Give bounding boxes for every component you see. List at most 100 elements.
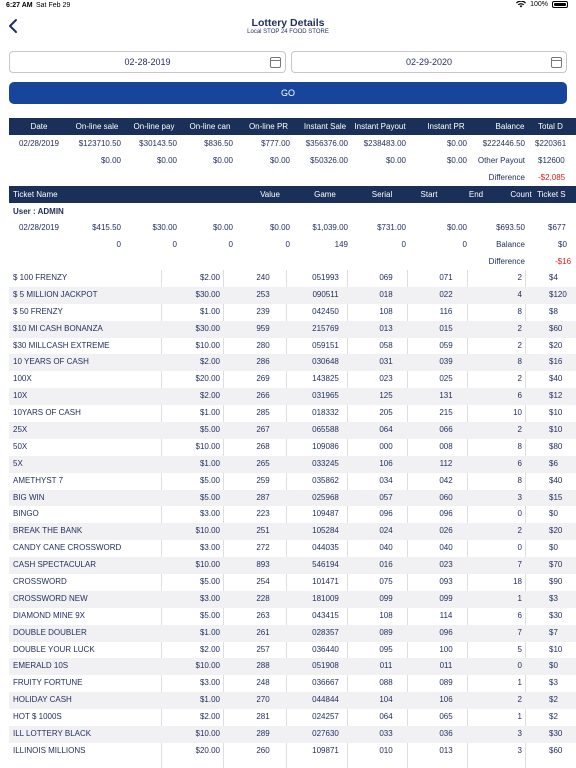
- table-row[interactable]: ILLINOIS MILLIONS $20.00 260 109871 010 013 3 $…: [9, 743, 576, 760]
- table-row[interactable]: 5X $1.00 265 033245 106 112 6 $6: [9, 455, 576, 473]
- start-date-field[interactable]: 02-28-2019: [9, 51, 286, 73]
- ticket-value: $1.00: [199, 695, 220, 705]
- ticket-count: 1: [517, 712, 522, 722]
- table-row[interactable]: DOUBLE YOUR LUCK $2.00 257 036440 095 100 5 $10: [9, 642, 576, 659]
- ticket-name: 10YARS OF CASH: [13, 408, 81, 418]
- end-date-field[interactable]: 02-29-2020: [291, 51, 567, 73]
- user-value: 0: [401, 240, 406, 249]
- ticket-serial: 044844: [312, 695, 339, 705]
- ticket-count: 8: [517, 306, 522, 316]
- table-row[interactable]: HOLIDAY CASH $1.00 270 044844 104 106 2 $2: [9, 692, 576, 710]
- calendar-icon[interactable]: [270, 57, 281, 68]
- ticket-serial: 051993: [312, 273, 339, 282]
- ticket-start: 033: [379, 729, 393, 739]
- ticket-name: CROSSWORD NEW: [13, 593, 88, 603]
- table-row[interactable]: BINGO $3.00 223 109487 096 096 0 $0: [9, 506, 576, 523]
- ticket-game: 959: [256, 323, 270, 333]
- table-row[interactable]: FRUITY FORTUNE $3.00 248 036667 088 089 1 $3: [9, 675, 576, 692]
- ticket-count: 6: [517, 391, 522, 401]
- table-row[interactable]: BREAK THE BANK $10.00 251 105284 024 026 2 $20: [9, 523, 576, 541]
- ticket-sale: $12: [549, 391, 563, 401]
- table-row[interactable]: $ 50 FRENZY $1.00 239 042450 108 116 8 $8: [9, 304, 576, 321]
- ticket-count: 3: [517, 729, 522, 739]
- ticket-count: 3: [517, 492, 522, 502]
- user-value: 0: [285, 240, 290, 249]
- header-ticket-name: Ticket Name: [13, 190, 58, 199]
- summary-row-2: $0.00 $0.00 $0.00 $0.00 $50326.00 $0.00 …: [9, 152, 576, 169]
- ticket-game: 261: [256, 627, 270, 637]
- balance-value: $0: [558, 240, 567, 249]
- ticket-end: 013: [439, 745, 453, 755]
- table-row[interactable]: DOUBLE DOUBLER $1.00 261 028357 089 096 7 $7: [9, 624, 576, 642]
- ticket-value: $10.00: [195, 560, 220, 570]
- summary-value: $0.00: [385, 156, 406, 165]
- header-online-pay: On-line pay: [133, 122, 175, 131]
- summary-difference-row: Difference -$2,085: [9, 169, 576, 186]
- status-time: 6:27 AM: [6, 2, 33, 9]
- table-row[interactable]: 100X $20.00 269 143825 023 025 2 $40: [9, 371, 576, 388]
- ticket-start: 104: [379, 695, 393, 705]
- table-row[interactable]: 10YARS OF CASH $1.00 285 018332 205 215 10 $10: [9, 405, 576, 422]
- table-row[interactable]: CROSSWORD NEW $3.00 228 181009 099 099 1 $3: [9, 590, 576, 608]
- table-row[interactable]: BIG WIN $5.00 287 025968 057 060 3 $15: [9, 489, 576, 507]
- battery-icon: [552, 1, 568, 8]
- ticket-serial: 036440: [312, 644, 339, 654]
- ticket-start: 058: [379, 340, 393, 350]
- ticket-value: $30.00: [195, 289, 220, 299]
- ticket-start: 057: [379, 492, 393, 502]
- table-row[interactable]: CROSSWORD $5.00 254 101471 075 093 18 $90: [9, 574, 576, 591]
- ticket-start: 010: [379, 745, 393, 755]
- table-row[interactable]: $30 MILLCASH EXTREME $10.00 280 059151 058 05…: [9, 338, 576, 355]
- header-start: Start: [420, 190, 438, 199]
- ticket-game: 248: [256, 678, 270, 688]
- ticket-name: $ 50 FRENZY: [13, 306, 63, 316]
- summary-balance: $222446.50: [482, 139, 525, 148]
- ticket-count: 7: [517, 627, 522, 637]
- ticket-start: 018: [379, 289, 393, 299]
- table-row[interactable]: EMERALD 10S $10.00 288 051908 011 011 0 $0: [9, 658, 576, 676]
- ticket-end: 215: [439, 408, 453, 418]
- page-title: Lottery Details: [251, 17, 325, 29]
- status-date: Sat Feb 29: [36, 2, 71, 9]
- table-row[interactable]: AMETHYST 7 $5.00 259 035862 034 042 8 $40: [9, 473, 576, 490]
- ticket-serial: 024257: [312, 712, 339, 722]
- user-value: 0: [462, 240, 467, 249]
- ticket-name: FRUITY FORTUNE: [13, 678, 83, 688]
- table-row[interactable]: HOT $ 1000S $2.00 281 024257 064 065 1 $2: [9, 709, 576, 726]
- ticket-serial: 215769: [312, 323, 339, 333]
- user-value: $415.50: [92, 223, 121, 232]
- ticket-game: 265: [256, 458, 270, 468]
- ticket-value: $3.00: [199, 543, 220, 553]
- ticket-name: ILL LOTTERY BLACK: [13, 729, 92, 739]
- table-row[interactable]: 25X $5.00 267 065588 064 066 2 $10: [9, 422, 576, 439]
- calendar-icon[interactable]: [551, 57, 562, 68]
- table-row[interactable]: $ 5 MILLION JACKPOT $30.00 253 090511 018 022…: [9, 286, 576, 304]
- summary-instant-sale: $356376.00: [305, 139, 348, 148]
- ticket-count: 0: [517, 543, 522, 553]
- ticket-game: 893: [256, 560, 270, 570]
- header-total: Total D: [538, 122, 563, 131]
- user-value: $1,039.00: [312, 223, 348, 232]
- table-row[interactable]: CANDY CANE CROSSWORD $3.00 272 044035 040 040…: [9, 540, 576, 557]
- table-row[interactable]: $10 MI CASH BONANZA $30.00 959 215769 013 015…: [9, 320, 576, 338]
- table-row[interactable]: 10X $2.00 266 031965 125 131 6 $12: [9, 388, 576, 406]
- ticket-game: 260: [256, 745, 270, 755]
- table-row[interactable]: ILL LOTTERY BLACK $10.00 289 027630 033 036 3 $…: [9, 726, 576, 743]
- table-row[interactable]: 50X $10.00 268 109086 000 008 8 $80: [9, 439, 576, 456]
- ticket-value: $3.00: [199, 593, 220, 603]
- ticket-game: 240: [256, 273, 270, 282]
- ticket-name: 50X: [13, 441, 28, 451]
- ticket-sale: $2: [549, 695, 558, 705]
- table-row[interactable]: CASH SPECTACULAR $10.00 893 546194 016 023 7 $7…: [9, 557, 576, 575]
- go-button[interactable]: GO: [9, 82, 567, 104]
- ticket-end: 071: [439, 273, 453, 282]
- ticket-list[interactable]: $ 100 FRENZY $2.00 240 051993 069 071 2 $4 $ 5 M…: [9, 270, 576, 760]
- summary-online-pr: $777.00: [261, 139, 290, 148]
- ticket-value: $1.00: [199, 306, 220, 316]
- table-row[interactable]: 10 YEARS OF CASH $2.00 286 030648 031 039 8 $16: [9, 354, 576, 372]
- ticket-name: $ 5 MILLION JACKPOT: [13, 289, 98, 299]
- header-end: End: [468, 190, 484, 199]
- ticket-name: CROSSWORD: [13, 577, 67, 587]
- table-row[interactable]: $ 100 FRENZY $2.00 240 051993 069 071 2 $4: [9, 270, 576, 287]
- table-row[interactable]: DIAMOND MINE 9X $5.00 263 043415 108 114 6 $30: [9, 608, 576, 625]
